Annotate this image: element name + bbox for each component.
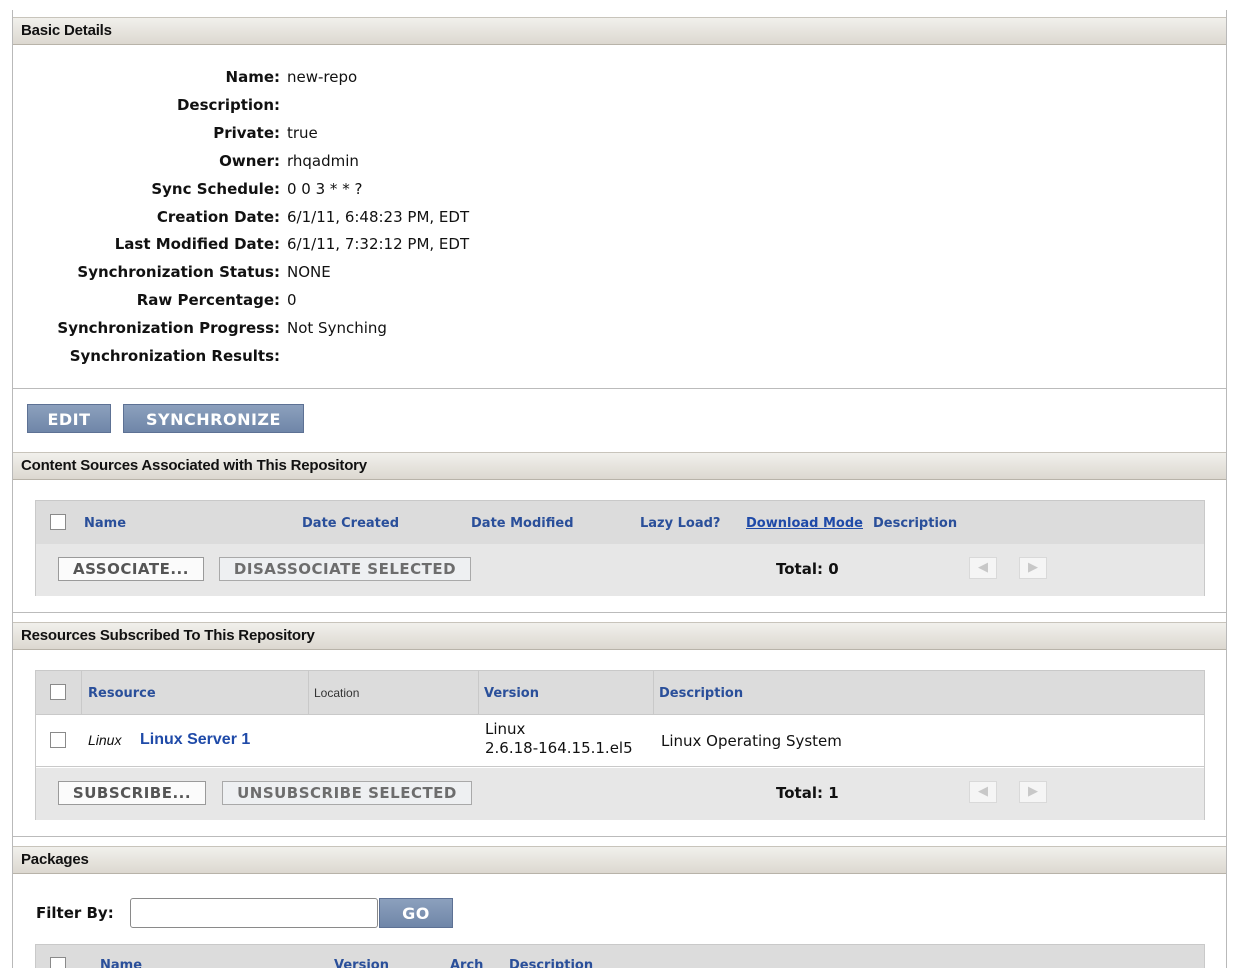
next-page-button[interactable]: ▶ xyxy=(1019,781,1047,803)
go-button[interactable]: GO xyxy=(379,898,453,928)
detail-value: 6/1/11, 6:48:23 PM, EDT xyxy=(287,207,470,226)
detail-row: Synchronization Results: xyxy=(13,345,287,367)
col-version[interactable]: Version xyxy=(484,686,539,701)
detail-label: Creation Date: xyxy=(156,207,280,226)
detail-row: Last Modified Date: 6/1/11, 7:32:12 PM, E… xyxy=(13,233,469,255)
detail-value xyxy=(280,347,287,365)
select-all-checkbox[interactable] xyxy=(50,957,66,968)
synchronize-button[interactable]: SYNCHRONIZE xyxy=(123,404,304,433)
col-description[interactable]: Description xyxy=(873,516,957,531)
col-location[interactable]: Location xyxy=(314,686,359,700)
col-download-mode[interactable]: Download Mode xyxy=(746,516,863,531)
resources-grid: Resource Location Version Description Li… xyxy=(35,670,1205,820)
col-arch[interactable]: Arch xyxy=(450,958,483,968)
detail-label: Synchronization Results: xyxy=(69,347,280,365)
subscribe-button[interactable]: SUBSCRIBE... xyxy=(58,781,206,805)
detail-row: Sync Schedule: 0 0 3 * * ? xyxy=(13,178,362,200)
col-date-modified[interactable]: Date Modified xyxy=(471,516,574,531)
content-sources-grid: Name Date Created Date Modified Lazy Loa… xyxy=(35,500,1205,596)
packages-header: Packages xyxy=(13,846,1226,874)
filter-input[interactable] xyxy=(130,898,378,928)
edit-button[interactable]: EDIT xyxy=(27,404,111,433)
prev-arrow-icon: ◀ xyxy=(978,784,988,799)
detail-label: Name: xyxy=(225,68,280,86)
select-all-checkbox[interactable] xyxy=(50,684,66,700)
divider xyxy=(13,388,1226,389)
detail-row: Name: new-repo xyxy=(13,66,358,88)
detail-label: Sync Schedule: xyxy=(151,179,280,198)
detail-value xyxy=(280,96,287,114)
col-version[interactable]: Version xyxy=(334,958,389,968)
prev-page-button[interactable]: ◀ xyxy=(969,557,997,579)
detail-row: Creation Date: 6/1/11, 6:48:23 PM, EDT xyxy=(13,206,469,228)
col-name[interactable]: Name xyxy=(100,958,142,968)
resource-description: Linux Operating System xyxy=(661,732,842,750)
detail-label: Raw Percentage: xyxy=(136,291,280,310)
resource-type: Linux xyxy=(88,732,122,748)
next-page-button[interactable]: ▶ xyxy=(1019,557,1047,579)
detail-row: Raw Percentage: 0 xyxy=(13,289,297,311)
unsubscribe-selected-button[interactable]: UNSUBSCRIBE SELECTED xyxy=(222,781,472,805)
divider xyxy=(13,836,1226,837)
resource-link[interactable]: Linux Server 1 xyxy=(140,731,250,749)
detail-row: Owner: rhqadmin xyxy=(13,150,359,172)
col-description[interactable]: Description xyxy=(509,958,593,968)
col-resource[interactable]: Resource xyxy=(88,686,156,701)
detail-row: Synchronization Progress: Not Synching xyxy=(13,317,387,339)
detail-value: new-repo xyxy=(287,68,358,86)
grid-header-row xyxy=(36,671,1204,714)
next-arrow-icon: ▶ xyxy=(1028,784,1038,799)
detail-label: Last Modified Date: xyxy=(114,235,280,254)
row-checkbox[interactable] xyxy=(50,732,66,748)
divider xyxy=(13,612,1226,613)
detail-value: 6/1/11, 7:32:12 PM, EDT xyxy=(287,235,470,254)
resources-header: Resources Subscribed To This Repository xyxy=(13,622,1226,650)
filter-label: Filter By: xyxy=(36,904,114,922)
detail-row: Description: xyxy=(13,94,287,116)
detail-value: rhqadmin xyxy=(287,151,359,170)
detail-row: Private: true xyxy=(13,122,318,144)
associate-button[interactable]: ASSOCIATE... xyxy=(58,557,204,581)
col-name[interactable]: Name xyxy=(84,516,126,531)
next-arrow-icon: ▶ xyxy=(1028,560,1038,575)
detail-label: Description: xyxy=(176,95,280,114)
detail-label: Private: xyxy=(213,123,280,142)
col-description[interactable]: Description xyxy=(659,686,743,701)
detail-row: Synchronization Status: NONE xyxy=(13,261,331,283)
version-line-2: 2.6.18-164.15.1.el5 xyxy=(485,739,633,757)
total-count: Total: 0 xyxy=(776,560,839,578)
detail-label: Synchronization Status: xyxy=(77,263,280,282)
content-sources-header: Content Sources Associated with This Rep… xyxy=(13,452,1226,480)
detail-label: Owner: xyxy=(219,151,280,170)
packages-grid-header: Name Version Arch Description xyxy=(35,944,1205,968)
col-date-created[interactable]: Date Created xyxy=(302,516,399,531)
total-count: Total: 1 xyxy=(776,784,839,802)
detail-value: true xyxy=(287,123,318,142)
basic-details-header: Basic Details xyxy=(13,17,1226,45)
disassociate-selected-button[interactable]: DISASSOCIATE SELECTED xyxy=(219,557,471,581)
detail-value: 0 0 3 * * ? xyxy=(287,179,363,198)
version-line-1: Linux xyxy=(485,720,526,738)
grid-header-row xyxy=(36,501,1204,544)
detail-value: NONE xyxy=(287,263,331,282)
detail-label: Synchronization Progress: xyxy=(57,319,280,338)
prev-page-button[interactable]: ◀ xyxy=(969,781,997,803)
detail-value: Not Synching xyxy=(287,319,387,338)
prev-arrow-icon: ◀ xyxy=(978,560,988,575)
detail-value: 0 xyxy=(287,291,297,310)
select-all-checkbox[interactable] xyxy=(50,514,66,530)
col-lazy-load[interactable]: Lazy Load? xyxy=(640,516,720,531)
